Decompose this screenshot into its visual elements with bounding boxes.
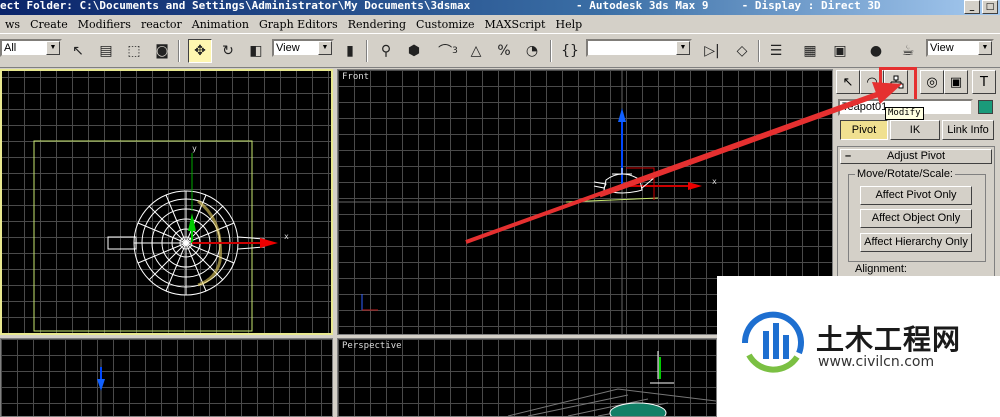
select-by-name-icon[interactable]: ▤ — [94, 39, 118, 63]
menu-views[interactable]: ws — [0, 18, 25, 31]
viewport-perspective[interactable]: Perspective — [337, 338, 717, 417]
title-bar: ect Folder: C:\Documents and Settings\Ad… — [0, 0, 1000, 15]
alignment-label: Alignment: — [855, 263, 907, 275]
top-axis-x: x — [284, 232, 289, 241]
command-panel-tabs: ↖ ◠ ◎ ▣ T — [836, 70, 998, 94]
reference-coordinate-dropdown[interactable]: View ▼ — [272, 39, 334, 57]
rectangular-selection-icon[interactable]: ⬚ — [122, 39, 146, 63]
move-rotate-scale-label: Move/Rotate/Scale: — [855, 168, 955, 180]
align-icon[interactable]: ◇ — [730, 39, 754, 63]
select-object-icon[interactable]: ↖ — [66, 39, 90, 63]
menu-graph-editors[interactable]: Graph Editors — [254, 18, 343, 31]
pivot-center-icon[interactable]: ▮ — [338, 39, 362, 63]
unlink-icon[interactable]: ⬢ — [402, 39, 426, 63]
menu-help[interactable]: Help — [550, 18, 587, 31]
civilcn-logo — [741, 311, 804, 373]
snap-toggle-icon[interactable]: ⌒ 3 — [436, 39, 460, 63]
menu-customize[interactable]: Customize — [411, 18, 479, 31]
affect-pivot-only-button[interactable]: Affect Pivot Only — [860, 186, 972, 205]
material-editor-icon[interactable]: ● — [864, 39, 888, 63]
menu-modifiers[interactable]: Modifiers — [73, 18, 136, 31]
spinner-snap-icon[interactable]: ◔ — [520, 39, 544, 63]
create-tab-icon[interactable]: ↖ — [836, 70, 860, 94]
menu-bar: ws Create Modifiers reactor Animation Gr… — [0, 15, 1000, 33]
layer-manager-icon[interactable]: ☰ — [764, 39, 788, 63]
select-and-move-icon[interactable]: ✥ — [188, 39, 212, 63]
modify-tooltip: Modify — [885, 107, 924, 120]
main-toolbar: All ▼ ↖ ▤ ⬚ ◙ ✥ ↻ ◧ View ▼ ▮ ⚲ ⬢ ⌒ 3 △ % ◔ … — [0, 33, 1000, 68]
window-controls: _ □ — [964, 0, 998, 14]
named-selection-dropdown[interactable]: ▼ — [586, 39, 692, 57]
percent-snap-icon[interactable]: % — [492, 39, 516, 63]
watermark-brand: 土木工程网 — [816, 323, 962, 356]
select-and-link-icon[interactable]: ⚲ — [374, 39, 398, 63]
tab-link-info[interactable]: Link Info — [942, 120, 994, 140]
object-color-swatch[interactable] — [978, 100, 993, 114]
adjust-pivot-header[interactable]: – Adjust Pivot — [840, 149, 992, 164]
menu-animation[interactable]: Animation — [187, 18, 254, 31]
title-app: - Autodesk 3ds Max 9 - Display : Direct … — [576, 0, 881, 12]
maximize-button[interactable]: □ — [982, 0, 998, 14]
motion-tab-icon[interactable]: ◎ — [920, 70, 944, 94]
viewport-left[interactable] — [0, 338, 333, 417]
render-scene-icon[interactable]: ☕ — [896, 39, 920, 63]
teapot-top-view: y x — [33, 140, 289, 332]
angle-snap-icon[interactable]: △ — [464, 39, 488, 63]
minimize-button[interactable]: _ — [964, 0, 980, 14]
select-and-rotate-icon[interactable]: ↻ — [216, 39, 240, 63]
selection-filter-dropdown[interactable]: All ▼ — [0, 39, 62, 57]
menu-maxscript[interactable]: MAXScript — [480, 18, 551, 31]
utilities-tab-icon[interactable]: T — [972, 70, 996, 94]
teapot-perspective-view — [507, 351, 716, 416]
schematic-view-icon[interactable]: ▣ — [828, 39, 852, 63]
menu-reactor[interactable]: reactor — [136, 18, 187, 31]
menu-rendering[interactable]: Rendering — [343, 18, 411, 31]
affect-object-only-button[interactable]: Affect Object Only — [860, 209, 972, 228]
window-crossing-icon[interactable]: ◙ — [150, 39, 174, 63]
render-type-dropdown[interactable]: View ▼ — [926, 39, 994, 57]
menu-create[interactable]: Create — [25, 18, 73, 31]
mirror-icon[interactable]: ▷| — [700, 39, 724, 63]
tab-ik[interactable]: IK — [890, 120, 940, 140]
named-selection-icon[interactable]: {} — [558, 39, 582, 63]
front-axis-x: x — [712, 177, 717, 186]
viewport-top[interactable]: y x — [0, 69, 333, 335]
display-tab-icon[interactable]: ▣ — [944, 70, 968, 94]
select-and-scale-icon[interactable]: ◧ — [244, 39, 268, 63]
affect-hierarchy-only-button[interactable]: Affect Hierarchy Only — [860, 233, 972, 252]
curve-editor-icon[interactable]: ▦ — [798, 39, 822, 63]
tab-pivot[interactable]: Pivot — [840, 120, 888, 140]
watermark-url: www.civilcn.com — [818, 354, 935, 370]
top-axis-y: y — [192, 144, 197, 153]
title-path: ect Folder: C:\Documents and Settings\Ad… — [0, 0, 471, 12]
